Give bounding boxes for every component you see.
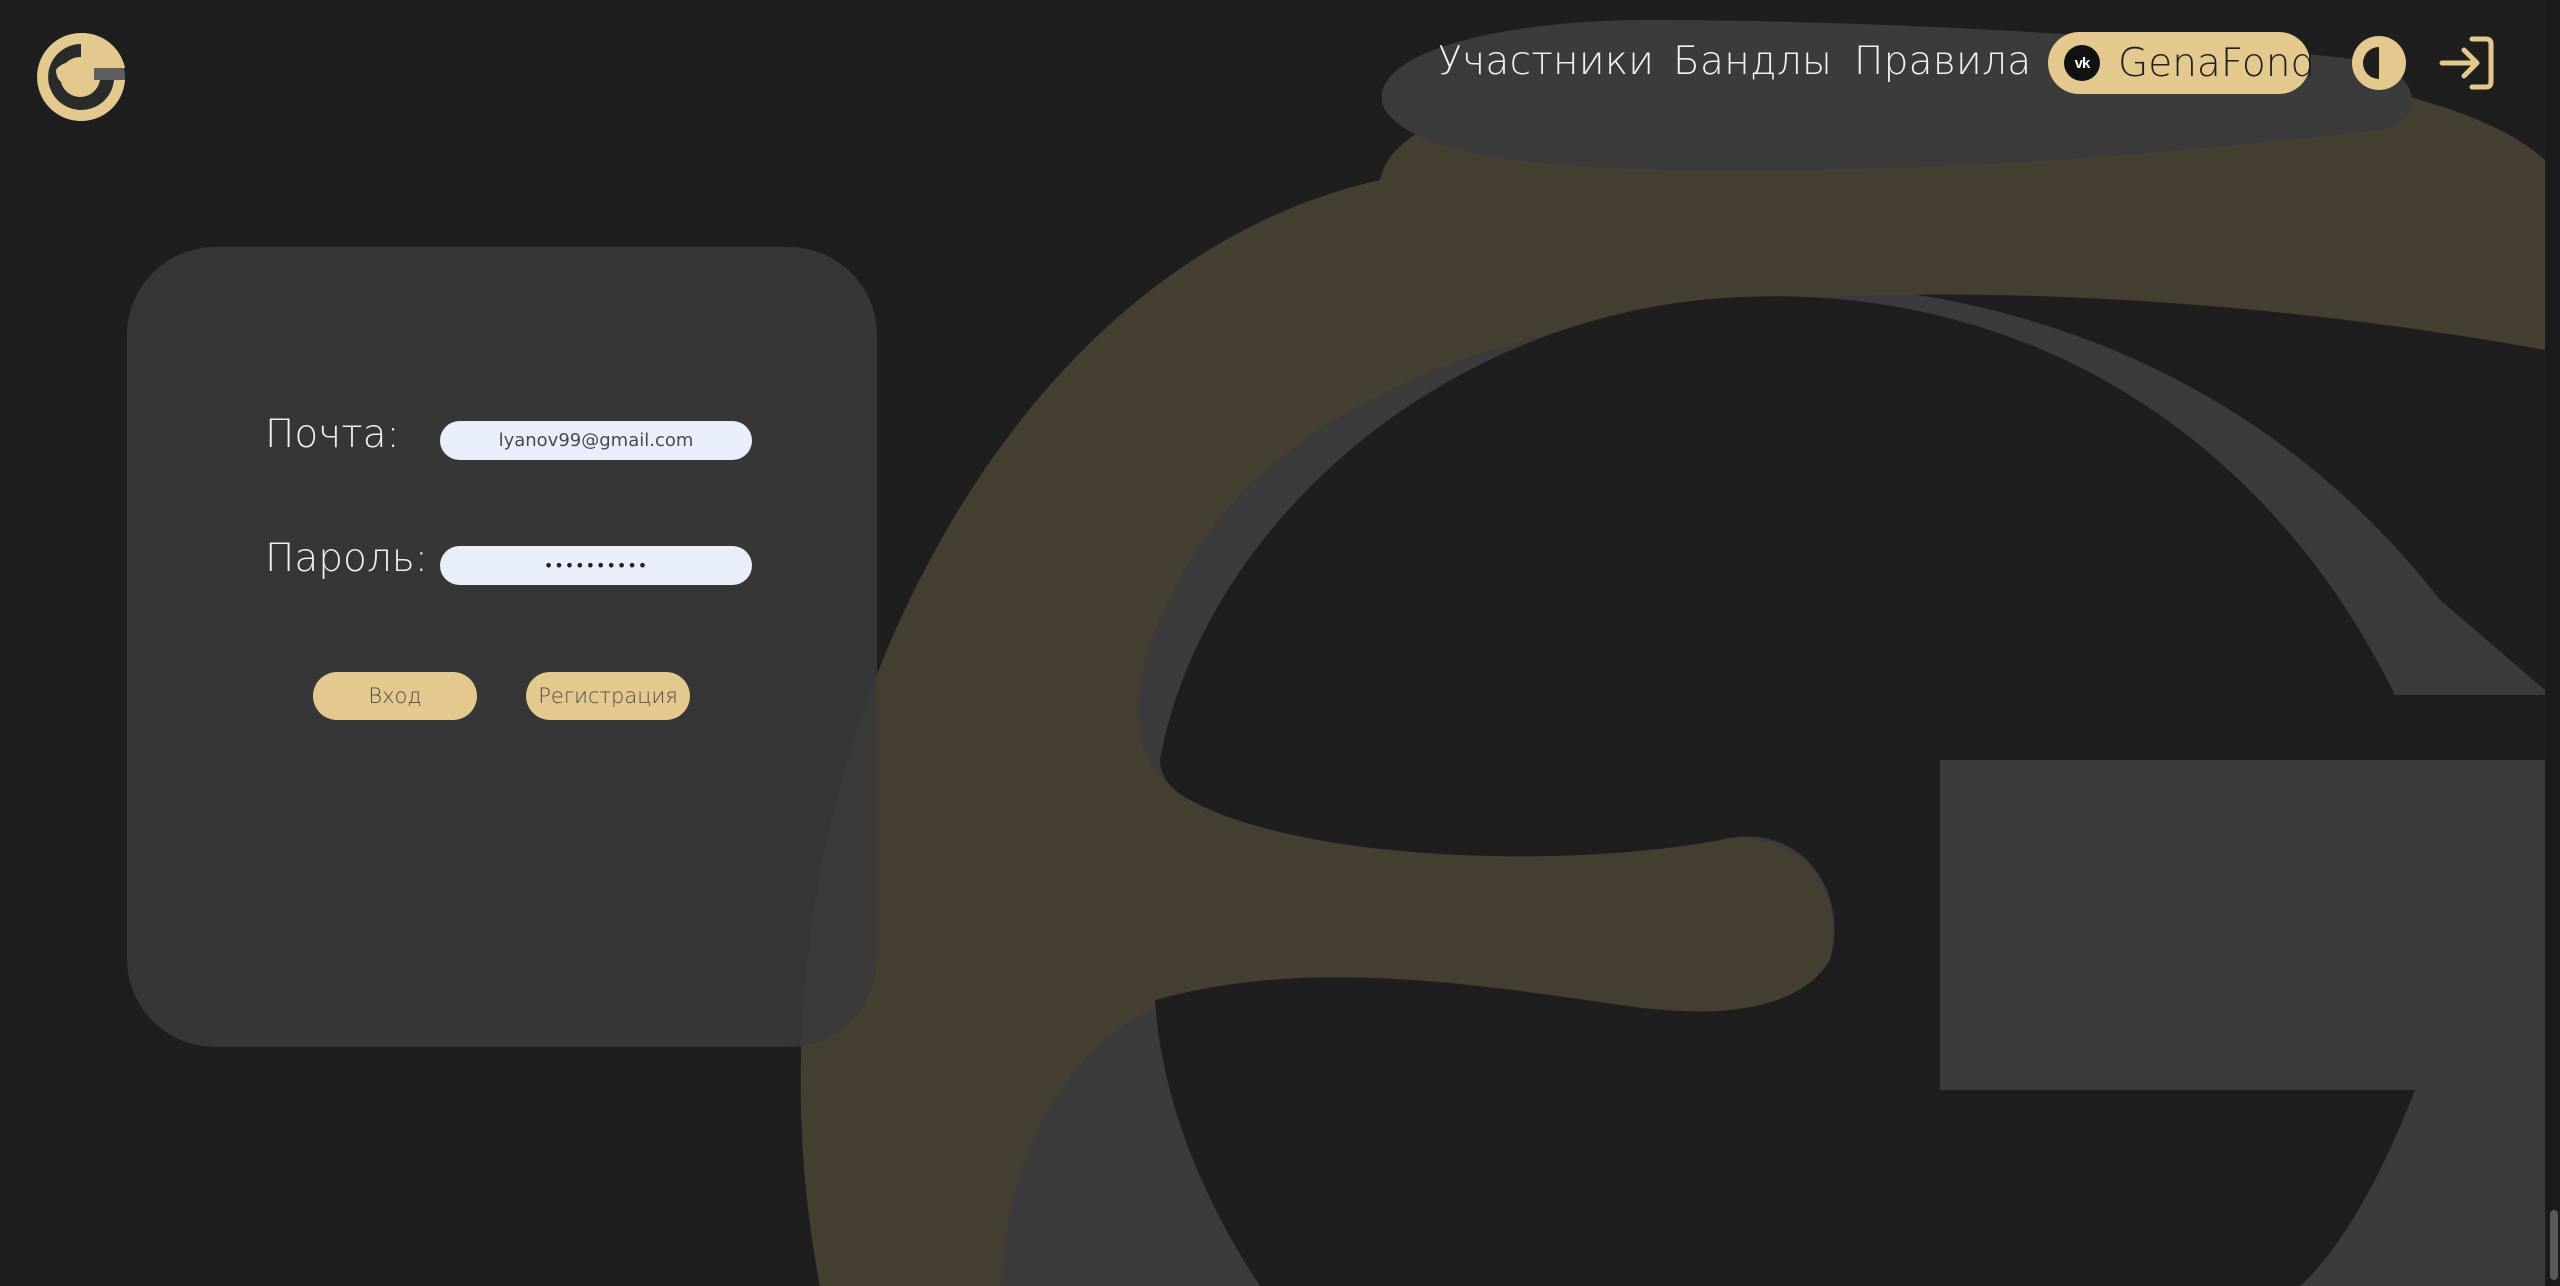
email-label: Почта:	[265, 412, 400, 457]
email-input[interactable]	[440, 421, 752, 460]
page: Участники Бандлы Правила vk GenaFond Поч…	[0, 0, 2560, 1286]
vk-genafond-button[interactable]: vk GenaFond	[2048, 32, 2315, 94]
password-label: Пароль:	[265, 536, 428, 581]
vk-icon-text: vk	[2074, 54, 2091, 72]
nav-members-link[interactable]: Участники	[1438, 30, 1654, 92]
sign-in-icon[interactable]	[2438, 34, 2496, 92]
login-button[interactable]: Вход	[313, 672, 477, 720]
logo-icon[interactable]	[34, 30, 128, 124]
theme-toggle-icon[interactable]	[2351, 35, 2407, 91]
login-card	[127, 247, 877, 1047]
nav-rules-link[interactable]: Правила	[1854, 30, 2031, 92]
register-button[interactable]: Регистрация	[526, 672, 690, 720]
password-input[interactable]	[440, 546, 752, 585]
scrollbar-thumb[interactable]	[2550, 1210, 2558, 1280]
scrollbar[interactable]	[2546, 0, 2560, 1286]
vk-icon: vk	[2064, 45, 2100, 81]
vk-button-label: GenaFond	[2118, 40, 2316, 86]
nav-bundles-link[interactable]: Бандлы	[1673, 30, 1832, 92]
